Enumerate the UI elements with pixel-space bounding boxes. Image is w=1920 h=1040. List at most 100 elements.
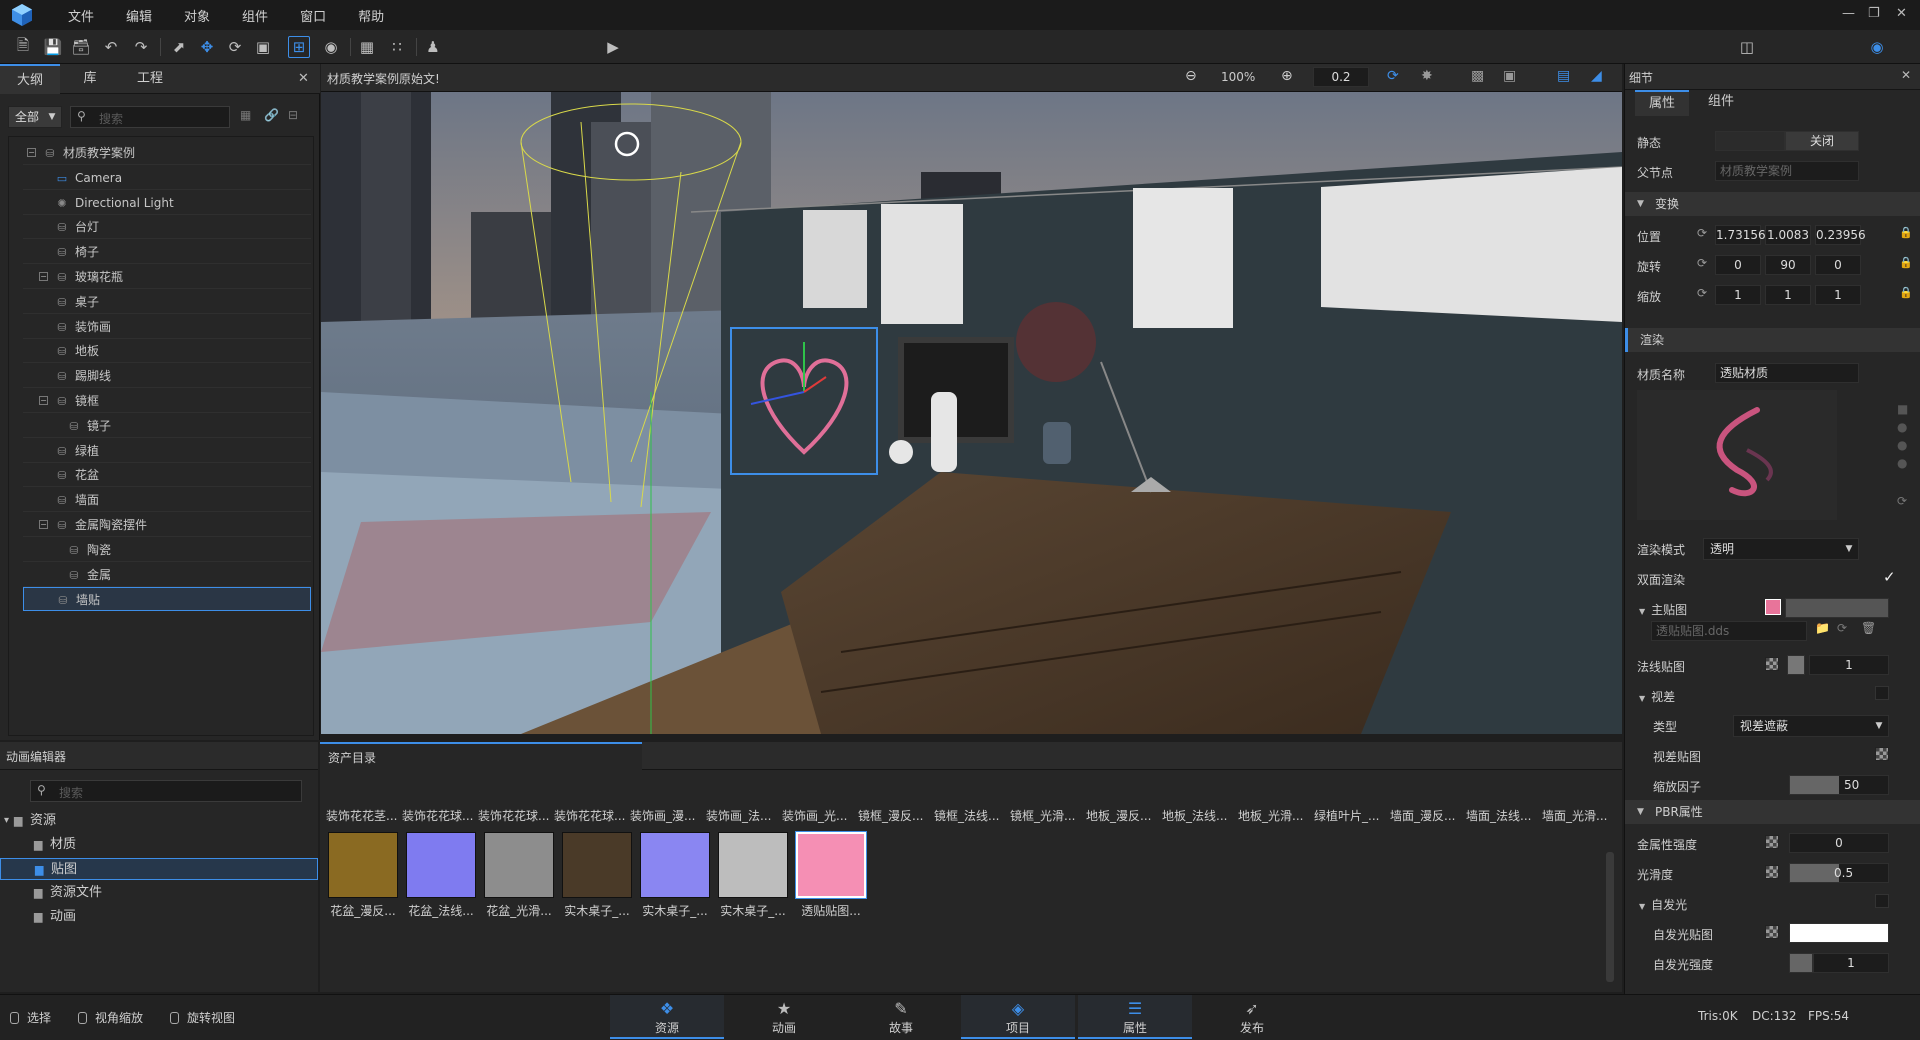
rotation-z[interactable]: 0 bbox=[1815, 255, 1861, 275]
asset-thumbnail[interactable] bbox=[328, 832, 398, 898]
account-icon[interactable]: ◉ bbox=[1866, 36, 1888, 58]
render-icon[interactable]: ▤ bbox=[1557, 68, 1570, 84]
preview-shape-icon[interactable]: ● bbox=[1897, 438, 1907, 452]
parallax-type-select[interactable]: 视差遮蔽 ▼ bbox=[1733, 715, 1889, 737]
zoom-in-icon[interactable]: ⊕ bbox=[1281, 68, 1293, 84]
bottom-tab[interactable]: ✎ 故事 bbox=[844, 995, 958, 1039]
metallic-value[interactable]: 0 bbox=[1789, 833, 1889, 853]
asset-thumbnail[interactable] bbox=[484, 832, 554, 898]
resource-tree-item[interactable]: ▆ 资源文件 bbox=[0, 882, 318, 904]
normal-map-icon[interactable] bbox=[1765, 657, 1779, 671]
asset-thumbnail[interactable] bbox=[640, 832, 710, 898]
resource-tree-item[interactable]: ▾ ▆ 资源 bbox=[0, 810, 318, 832]
tab-asset-catalog[interactable]: 资产目录 bbox=[320, 742, 642, 770]
move-tool-icon[interactable]: ✥ bbox=[196, 36, 218, 58]
resource-tree-item[interactable]: ▆ 贴图 bbox=[0, 858, 318, 880]
snap-tool-icon[interactable]: ⊞ bbox=[288, 36, 310, 58]
position-x[interactable]: 1.73156 bbox=[1715, 225, 1766, 245]
collapse-toggle-icon[interactable]: − bbox=[39, 520, 48, 529]
anim-search-input[interactable]: ⚲ 搜索 bbox=[30, 780, 302, 802]
outline-node[interactable]: ⛁ 地板 bbox=[23, 339, 311, 364]
pbr-section[interactable]: ▼ PBR属性 bbox=[1625, 800, 1920, 824]
mode-zoom[interactable]: 视角缩放 bbox=[78, 1009, 143, 1026]
outline-node[interactable]: − ⛁ 镜框 bbox=[23, 389, 311, 413]
character-icon[interactable]: ♟ bbox=[422, 36, 444, 58]
layout-icon[interactable]: ◫ bbox=[1736, 36, 1758, 58]
outline-node[interactable]: ⛁ 花盆 bbox=[23, 463, 311, 488]
asset-header-label[interactable]: 镜框_法线... bbox=[934, 807, 1010, 824]
outline-node[interactable]: − ⛁ 玻璃花瓶 bbox=[23, 265, 311, 289]
asset-header-label[interactable]: 墙面_漫反... bbox=[1390, 807, 1466, 824]
main-color-swatch[interactable] bbox=[1765, 599, 1781, 615]
main-texture-label[interactable]: ▼ 主贴图 bbox=[1639, 601, 1687, 618]
emission-checkbox[interactable] bbox=[1875, 894, 1889, 908]
asset-header-label[interactable]: 装饰花花球... bbox=[402, 807, 478, 824]
asset-header-label[interactable]: 装饰画_光... bbox=[782, 807, 858, 824]
parallax-checkbox[interactable] bbox=[1875, 686, 1889, 700]
save-icon[interactable]: 💾 bbox=[42, 36, 64, 58]
mode-select[interactable]: 选择 bbox=[10, 1009, 51, 1026]
preview-shape-icon[interactable]: ● bbox=[1897, 456, 1907, 470]
reset-icon[interactable]: ⟳ bbox=[1697, 286, 1707, 300]
lock-icon[interactable]: 🔒 bbox=[1899, 226, 1913, 239]
trash-icon[interactable]: 🗑 bbox=[1861, 621, 1876, 635]
dot-grid-icon[interactable]: ∷ bbox=[386, 36, 408, 58]
smoothness-slider[interactable]: 0.5 bbox=[1789, 863, 1889, 883]
new-file-icon[interactable]: 🗎 bbox=[12, 36, 34, 58]
redo-icon[interactable]: ↷ bbox=[130, 36, 152, 58]
play-icon[interactable]: ▶ bbox=[602, 36, 624, 58]
lock-icon[interactable]: 🔒 bbox=[1899, 286, 1913, 299]
asset-header-label[interactable]: 地板_漫反... bbox=[1086, 807, 1162, 824]
refresh-icon[interactable]: ⟳ bbox=[1837, 621, 1847, 635]
collapse-toggle-icon[interactable]: − bbox=[27, 148, 36, 157]
outline-node[interactable]: ⛁ 金属 bbox=[23, 563, 311, 587]
viewport-canvas[interactable] bbox=[321, 92, 1622, 734]
tab-outline[interactable]: 大纲 bbox=[0, 64, 60, 94]
asset-thumbnail[interactable] bbox=[406, 832, 476, 898]
position-y[interactable]: 1.0083 bbox=[1765, 225, 1811, 245]
outline-node[interactable]: ⛁ 绿植 bbox=[23, 439, 311, 463]
select-tool-icon[interactable]: ⬈ bbox=[168, 36, 190, 58]
asset-header-label[interactable]: 装饰花花茎... bbox=[326, 807, 402, 824]
parallax-map-icon[interactable] bbox=[1875, 747, 1889, 761]
main-texture-slot[interactable] bbox=[1785, 598, 1889, 618]
outline-node[interactable]: − ⛁ 金属陶瓷摆件 bbox=[23, 513, 311, 537]
metallic-map-icon[interactable] bbox=[1765, 835, 1779, 849]
bottom-tab[interactable]: ☰ 属性 bbox=[1078, 995, 1192, 1039]
scale-x[interactable]: 1 bbox=[1715, 285, 1761, 305]
asset-header-label[interactable]: 镜框_漫反... bbox=[858, 807, 934, 824]
scale-z[interactable]: 1 bbox=[1815, 285, 1861, 305]
outline-node[interactable]: ⛁ 墙面 bbox=[23, 488, 311, 513]
position-z[interactable]: 0.23956 bbox=[1815, 225, 1866, 245]
transform-section[interactable]: ▼ 变换 bbox=[1625, 192, 1920, 216]
refresh-icon[interactable]: ⟳ bbox=[1897, 494, 1907, 508]
bottom-tab[interactable]: ➶ 发布 bbox=[1195, 995, 1309, 1039]
filter-icon[interactable]: ▦ bbox=[240, 108, 251, 122]
double-sided-checkbox[interactable]: ✓ bbox=[1883, 568, 1896, 586]
reset-icon[interactable]: ⟳ bbox=[1697, 226, 1707, 240]
asset-header-label[interactable]: 装饰画_漫... bbox=[630, 807, 706, 824]
emission-label[interactable]: ▼ 自发光 bbox=[1639, 896, 1687, 913]
assets-scrollbar[interactable] bbox=[1606, 852, 1614, 982]
outline-node[interactable]: ▭ Camera bbox=[23, 166, 311, 190]
camera-view-icon[interactable]: ▩ bbox=[1471, 68, 1484, 84]
restore-icon[interactable]: ❐ bbox=[1868, 6, 1880, 21]
menu-component[interactable]: 组件 bbox=[242, 6, 268, 25]
outline-node[interactable]: ⛁ 椅子 bbox=[23, 240, 311, 265]
lighting-icon[interactable]: ✸ bbox=[1421, 68, 1433, 84]
close-panel-icon[interactable]: ✕ bbox=[1901, 68, 1911, 82]
asset-thumbnail[interactable] bbox=[562, 832, 632, 898]
emission-map-icon[interactable] bbox=[1765, 925, 1779, 939]
asset-header-label[interactable]: 地板_法线... bbox=[1162, 807, 1238, 824]
collapse-icon[interactable]: ⊟ bbox=[288, 108, 298, 122]
link-icon[interactable]: 🔗 bbox=[264, 108, 279, 122]
normal-value[interactable]: 1 bbox=[1809, 655, 1889, 675]
close-panel-icon[interactable]: ✕ bbox=[298, 71, 309, 86]
preview-shape-icon[interactable]: ■ bbox=[1897, 402, 1908, 416]
tab-properties[interactable]: 属性 bbox=[1635, 90, 1689, 116]
parallax-label[interactable]: ▼ 视差 bbox=[1639, 688, 1675, 705]
menu-help[interactable]: 帮助 bbox=[358, 6, 384, 25]
outline-node[interactable]: ⛁ 陶瓷 bbox=[23, 538, 311, 562]
grid-icon[interactable]: ▦ bbox=[356, 36, 378, 58]
reset-icon[interactable]: ⟳ bbox=[1697, 256, 1707, 270]
